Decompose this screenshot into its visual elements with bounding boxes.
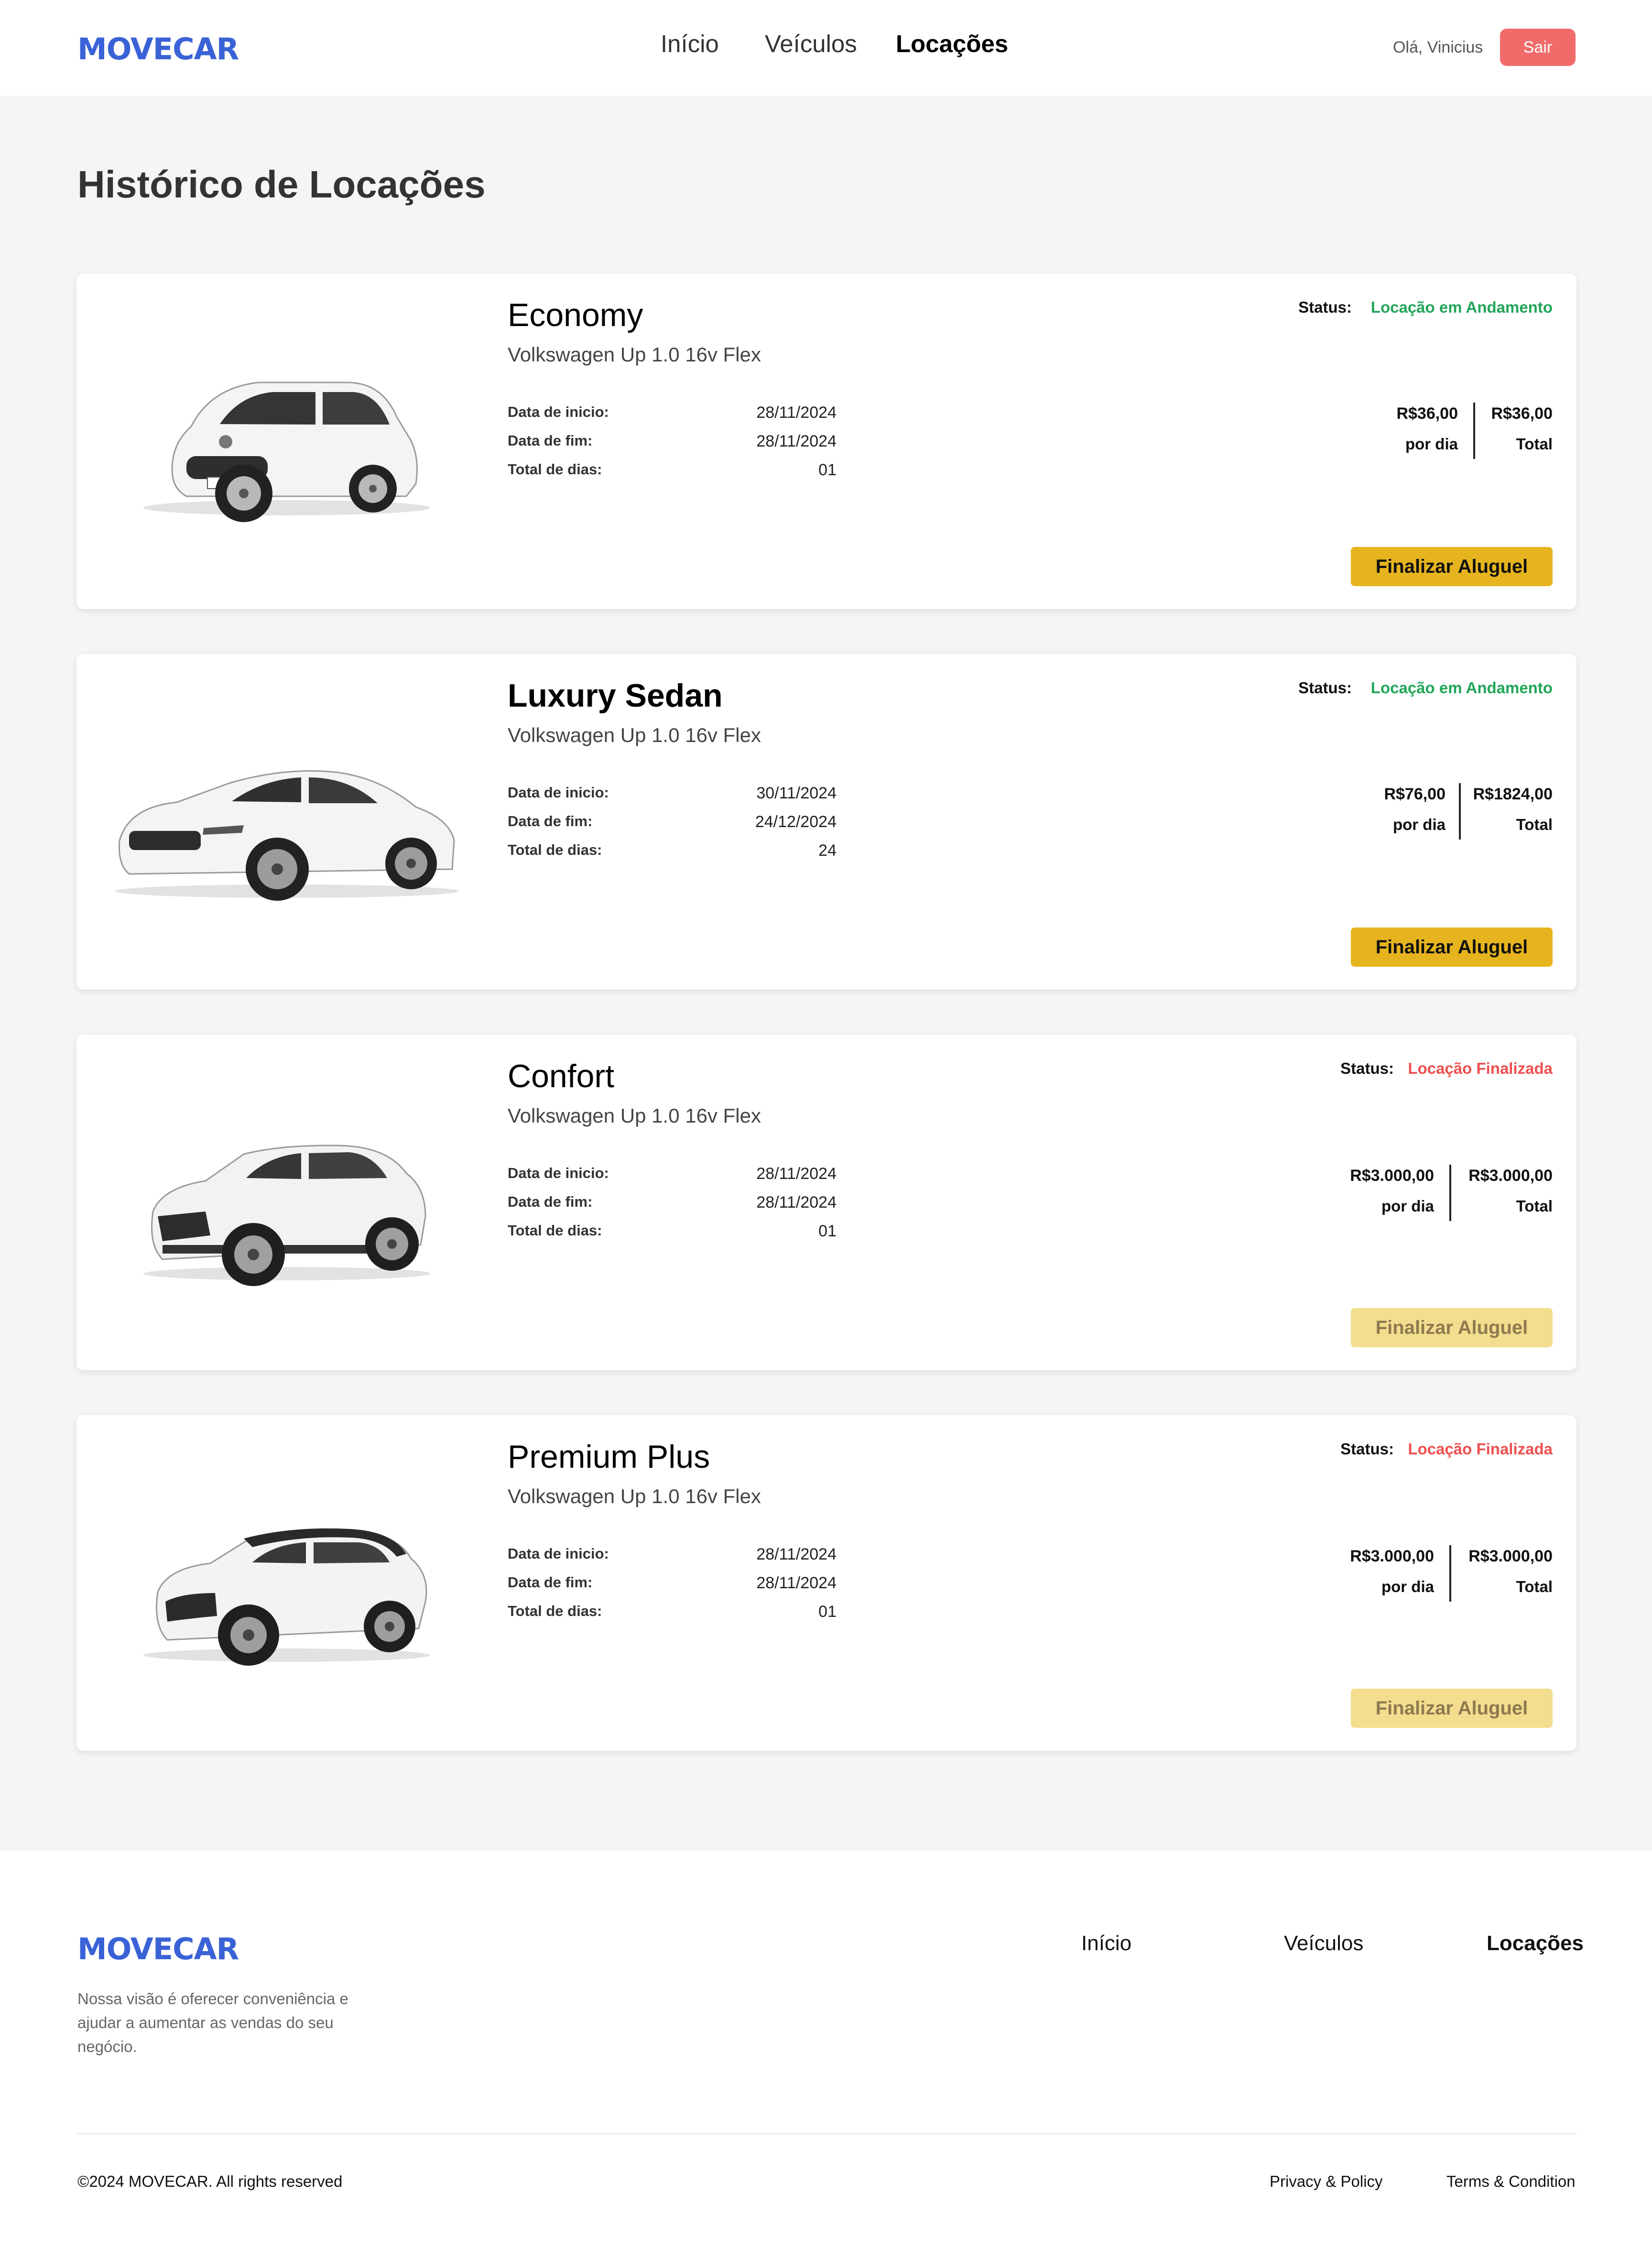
price-per-day: R$36,00 — [1396, 404, 1458, 423]
start-date-label: Data de inicio: — [508, 1165, 609, 1181]
end-date-label: Data de fim: — [508, 432, 593, 449]
footer: MOVECAR Nossa visão é oferecer conveniên… — [0, 1851, 1652, 2248]
rental-card: Premium Plus Volkswagen Up 1.0 16v Flex … — [76, 1415, 1576, 1751]
end-date-label: Data de fim: — [508, 1574, 593, 1591]
price-total-label: Total — [1516, 1197, 1553, 1215]
total-days-label: Total de dias: — [508, 461, 602, 478]
price-divider — [1459, 783, 1461, 840]
footer-nav-veiculos[interactable]: Veículos — [1284, 1932, 1363, 1955]
finalize-rental-button[interactable]: Finalizar Aluguel — [1351, 1308, 1553, 1347]
total-days-value: 24 — [818, 841, 837, 860]
page-title: Histórico de Locações — [77, 163, 486, 206]
price-per-day-label: por dia — [1381, 1578, 1434, 1595]
end-date-label: Data de fim: — [508, 1193, 593, 1210]
end-date-value: 28/11/2024 — [756, 432, 837, 450]
price-total-label: Total — [1516, 1578, 1553, 1595]
footer-divider — [77, 2133, 1576, 2134]
car-hatchback-image — [143, 382, 430, 522]
nav-veiculos[interactable]: Veículos — [765, 30, 857, 58]
total-days-label: Total de dias: — [508, 841, 602, 858]
footer-tagline: Nossa visão é oferecer conveniência e aj… — [77, 1990, 348, 2055]
status-label: Status: — [1340, 1440, 1394, 1458]
start-date-value: 28/11/2024 — [756, 404, 837, 422]
finalize-rental-button[interactable]: Finalizar Aluguel — [1351, 547, 1553, 586]
logout-button[interactable]: Sair — [1500, 29, 1576, 66]
end-date-value: 28/11/2024 — [756, 1574, 837, 1592]
price-per-day-label: por dia — [1405, 435, 1458, 453]
status-label: Status: — [1298, 679, 1352, 697]
vehicle-category: Premium Plus — [508, 1439, 710, 1475]
status-value: Locação em Andamento — [1370, 298, 1553, 316]
vehicle-category: Luxury Sedan — [508, 677, 723, 714]
rental-card: Confort Volkswagen Up 1.0 16v Flex Data … — [76, 1035, 1576, 1370]
price-total-label: Total — [1516, 435, 1553, 453]
price-divider — [1449, 1545, 1451, 1602]
finalize-rental-button[interactable]: Finalizar Aluguel — [1351, 928, 1553, 967]
end-date-value: 24/12/2024 — [755, 813, 837, 831]
user-greeting: Olá, Vinicius — [1393, 38, 1483, 56]
vehicle-model: Volkswagen Up 1.0 16v Flex — [508, 1485, 761, 1507]
price-per-day: R$3.000,00 — [1350, 1547, 1434, 1565]
status-label: Status: — [1298, 298, 1352, 316]
top-header: MOVECAR Início Veículos Locações Olá, Vi… — [0, 0, 1652, 96]
footer-nav-inicio[interactable]: Início — [1081, 1932, 1131, 1955]
total-days-label: Total de dias: — [508, 1603, 602, 1619]
vehicle-model: Volkswagen Up 1.0 16v Flex — [508, 1104, 761, 1127]
price-per-day-label: por dia — [1392, 816, 1446, 833]
end-date-label: Data de fim: — [508, 813, 593, 829]
status-label: Status: — [1340, 1059, 1394, 1077]
price-divider — [1473, 403, 1475, 459]
start-date-label: Data de inicio: — [508, 404, 609, 420]
vehicle-model: Volkswagen Up 1.0 16v Flex — [508, 724, 761, 746]
total-days-value: 01 — [818, 1222, 837, 1240]
car-suv-image — [143, 1145, 430, 1286]
nav-locacoes[interactable]: Locações — [896, 30, 1008, 58]
nav-inicio[interactable]: Início — [661, 30, 719, 58]
total-days-value: 01 — [818, 1603, 837, 1621]
price-divider — [1449, 1165, 1451, 1221]
price-total-label: Total — [1516, 816, 1553, 833]
privacy-policy-link[interactable]: Privacy & Policy — [1270, 2172, 1383, 2191]
price-total: R$1824,00 — [1473, 785, 1553, 803]
footer-nav-locacoes[interactable]: Locações — [1487, 1932, 1584, 1955]
status-value: Locação Finalizada — [1408, 1059, 1553, 1077]
car-sedan-image — [115, 770, 459, 901]
price-per-day-label: por dia — [1381, 1197, 1434, 1215]
status-value: Locação Finalizada — [1408, 1440, 1553, 1458]
logo[interactable]: MOVECAR — [77, 32, 239, 66]
status-value: Locação em Andamento — [1370, 679, 1553, 697]
car-crossover-image — [143, 1528, 430, 1666]
start-date-value: 28/11/2024 — [756, 1165, 837, 1183]
vehicle-category: Economy — [508, 297, 643, 333]
vehicle-category: Confort — [508, 1058, 614, 1094]
start-date-label: Data de inicio: — [508, 784, 609, 801]
terms-condition-link[interactable]: Terms & Condition — [1446, 2172, 1576, 2191]
rental-card: Luxury Sedan Volkswagen Up 1.0 16v Flex … — [76, 654, 1576, 990]
total-days-label: Total de dias: — [508, 1222, 602, 1239]
price-total: R$3.000,00 — [1468, 1167, 1553, 1185]
start-date-label: Data de inicio: — [508, 1545, 609, 1562]
copyright: ©2024 MOVECAR. All rights reserved — [77, 2172, 343, 2190]
vehicle-model: Volkswagen Up 1.0 16v Flex — [508, 343, 761, 366]
price-per-day: R$3.000,00 — [1350, 1167, 1434, 1185]
start-date-value: 28/11/2024 — [756, 1545, 837, 1563]
start-date-value: 30/11/2024 — [756, 784, 837, 802]
price-per-day: R$76,00 — [1384, 785, 1446, 803]
price-total: R$3.000,00 — [1468, 1547, 1553, 1565]
footer-logo[interactable]: MOVECAR — [77, 1932, 239, 1966]
total-days-value: 01 — [818, 461, 837, 479]
finalize-rental-button[interactable]: Finalizar Aluguel — [1351, 1689, 1553, 1728]
price-total: R$36,00 — [1491, 404, 1553, 423]
end-date-value: 28/11/2024 — [756, 1193, 837, 1211]
rental-card: Economy Volkswagen Up 1.0 16v Flex Data … — [76, 273, 1576, 609]
